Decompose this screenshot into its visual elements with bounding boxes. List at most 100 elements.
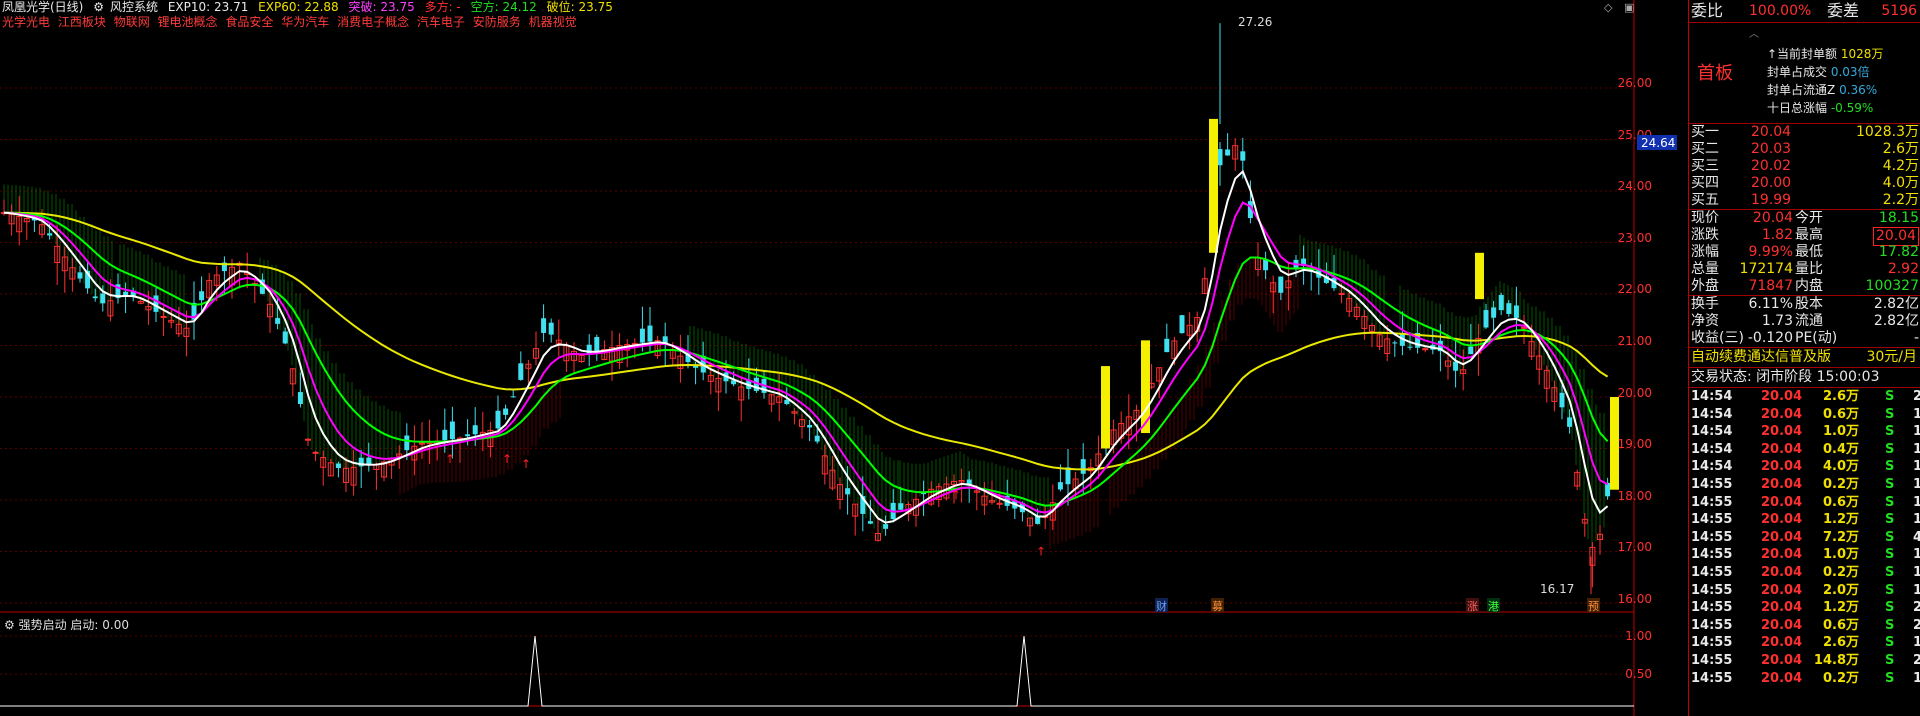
concept-tag[interactable]: 消费电子概念 (337, 15, 409, 29)
candle-body (1567, 417, 1573, 427)
tick-row[interactable]: 14:55 20.04 2.6万 S 1 (1689, 634, 1920, 652)
chevron-up-icon[interactable]: ︿ (1749, 25, 1759, 40)
stock-title[interactable]: 凤凰光学(日线) (2, 0, 83, 14)
gear-icon[interactable]: ⚙ (4, 618, 15, 632)
concept-tag[interactable]: 安防服务 (473, 15, 521, 29)
fund-label: PE(动) (1795, 330, 1838, 346)
concept-tag[interactable]: 食品安全 (225, 15, 273, 29)
tick-count: 1 (1913, 511, 1920, 528)
quote-panel: 委比 100.00% 委差 5196 ︿ 首板 ↑当前封单额 1028万 封单占… (1688, 0, 1920, 716)
sub-indicator-header[interactable]: ⚙ 强势启动 启动: 0.00 (4, 616, 129, 633)
quote-grid: 现价 20.04 今开 18.15 涨跌 1.82 最高 20.04 涨幅 9.99% 最低 17.8… (1689, 210, 1920, 295)
tick-time: 14:54 (1691, 389, 1733, 404)
bid-label: 买二 (1691, 141, 1719, 157)
quote-value: 9.99% (1748, 244, 1793, 260)
candle-body (1491, 307, 1497, 318)
tick-count: 2 (1913, 599, 1920, 616)
tick-row[interactable]: 14:55 20.04 0.2万 S 1 (1689, 564, 1920, 582)
exp60-value: EXP60: 22.88 (258, 0, 339, 14)
price-tick: 23.00 (1618, 231, 1652, 245)
promo-text[interactable]: 自动续费通达信普及版 (1691, 348, 1831, 367)
ma-magenta-line (3, 201, 1609, 514)
tick-row[interactable]: 14:55 20.04 1.2万 S 1 (1689, 511, 1920, 529)
concept-tag[interactable]: 锂电池概念 (158, 15, 218, 29)
concept-tag[interactable]: 光学光电 (2, 15, 50, 29)
promo-price[interactable]: 30元/月 (1866, 348, 1917, 367)
concept-tag[interactable]: 汽车电子 (417, 15, 465, 29)
tick-count: 1 (1913, 670, 1920, 687)
price-tick: 24.00 (1618, 179, 1652, 193)
tick-row[interactable]: 14:54 20.04 0.6万 S 1 (1689, 406, 1920, 424)
candle-body (1453, 361, 1459, 371)
tick-volume: 4.0万 (1822, 459, 1859, 475)
breakout-bar (1101, 366, 1110, 449)
buy-arrow-icon: ↑ (1036, 545, 1046, 559)
candle-body (465, 434, 471, 437)
bid-list: 买一 20.04 1028.3万 买二 20.03 2.6万 买三 20.02 4.2万 买四 20… (1689, 124, 1920, 209)
tick-row[interactable]: 14:54 20.04 2.6万 S 2 (1689, 388, 1920, 406)
tick-time: 14:55 (1691, 652, 1733, 668)
price-tick: 18.00 (1618, 489, 1652, 503)
tick-price: 20.04 (1761, 582, 1803, 598)
tick-row[interactable]: 14:55 20.04 1.2万 S 2 (1689, 599, 1920, 617)
concept-tag[interactable]: 物联网 (114, 15, 150, 29)
concept-tag[interactable]: 江西板块 (58, 15, 106, 29)
tick-row[interactable]: 14:54 20.04 1.0万 S 1 (1689, 423, 1920, 441)
tick-price: 20.04 (1761, 476, 1803, 492)
tick-time: 14:55 (1691, 564, 1733, 580)
tick-row[interactable]: 14:55 20.04 2.0万 S 1 (1689, 582, 1920, 600)
tick-volume: 2.0万 (1822, 582, 1859, 598)
quote-label: 涨跌 (1691, 227, 1719, 243)
ma-white-line (3, 169, 1609, 524)
tick-row[interactable]: 14:55 20.04 7.2万 S 4 (1689, 529, 1920, 547)
board-label: 首板 (1697, 63, 1733, 84)
candle-body (100, 293, 106, 304)
gear-icon[interactable]: ⚙ (93, 0, 104, 14)
close-icon[interactable]: ▣ (1624, 1, 1634, 14)
quote-row: 总量 172174 量比 2.92 (1689, 261, 1920, 278)
buy-arrow-icon: ↑ (521, 457, 531, 471)
bid-price: 19.99 (1751, 192, 1792, 208)
indicator-title[interactable]: 风控系统 (110, 0, 158, 14)
tick-row[interactable]: 14:55 20.04 14.8万 S 2 (1689, 652, 1920, 670)
candle-body (1513, 305, 1519, 318)
tick-row[interactable]: 14:54 20.04 0.4万 S 1 (1689, 441, 1920, 459)
bid-row: 买四 20.00 4.0万 (1689, 175, 1920, 192)
quote-label: 涨幅 (1691, 244, 1719, 260)
bid-price: 20.04 (1751, 124, 1792, 140)
breakout-bar (1475, 252, 1484, 300)
tick-volume: 14.8万 (1813, 652, 1859, 668)
tick-price: 20.04 (1761, 670, 1803, 686)
concept-tag[interactable]: 华为汽车 (281, 15, 329, 29)
buy-arrow-icon: ↑ (502, 452, 512, 466)
sub-indicator-line (0, 635, 1634, 707)
tick-row[interactable]: 14:54 20.04 4.0万 S 1 (1689, 458, 1920, 476)
current-price-label: 24.64 (1641, 136, 1675, 150)
concept-tag[interactable]: 机器视觉 (529, 15, 577, 29)
fund-value: 2.82亿 (1873, 296, 1919, 312)
break-level-value: 破位: 23.75 (546, 0, 613, 14)
tick-volume: 0.6万 (1822, 617, 1859, 633)
tick-time: 14:55 (1691, 635, 1733, 651)
tick-row[interactable]: 14:55 20.04 0.6万 S 2 (1689, 617, 1920, 635)
tick-price: 20.04 (1761, 547, 1803, 563)
kline-chart[interactable]: ↑ ↑ ↑↑↑ 26.00 25.00 24.00 23.00 22.00 21.0… (0, 0, 1690, 716)
tick-time: 14:54 (1691, 406, 1733, 422)
tick-row[interactable]: 14:55 20.04 0.2万 S 1 (1689, 476, 1920, 494)
candle-body (1278, 276, 1284, 293)
grid-lines (0, 0, 1635, 716)
bid-label: 买一 (1691, 124, 1719, 140)
bid-price: 20.00 (1751, 175, 1792, 191)
price-tick: 26.00 (1618, 76, 1652, 90)
candle-body (419, 442, 425, 445)
quote-value: 172174 (1739, 261, 1793, 277)
promo-row[interactable]: 自动续费通达信普及版 30元/月 (1689, 348, 1920, 367)
tick-row[interactable]: 14:55 20.04 1.0万 S 1 (1689, 546, 1920, 564)
tick-list[interactable]: 14:5420.042.6万S214:5420.040.6万S114:5420.… (1689, 388, 1920, 687)
sub-tick: 0.50 (1625, 667, 1652, 681)
event-markers[interactable]: 财 募 涨 港 预 (1155, 598, 1600, 613)
tick-row[interactable]: 14:55 20.04 0.6万 S 1 (1689, 494, 1920, 512)
restore-icon[interactable]: ◇ (1604, 1, 1613, 14)
tick-row[interactable]: 14:55 20.04 0.2万 S 1 (1689, 670, 1920, 688)
fund-row: 收益(三) -0.120 PE(动) - (1689, 330, 1920, 347)
